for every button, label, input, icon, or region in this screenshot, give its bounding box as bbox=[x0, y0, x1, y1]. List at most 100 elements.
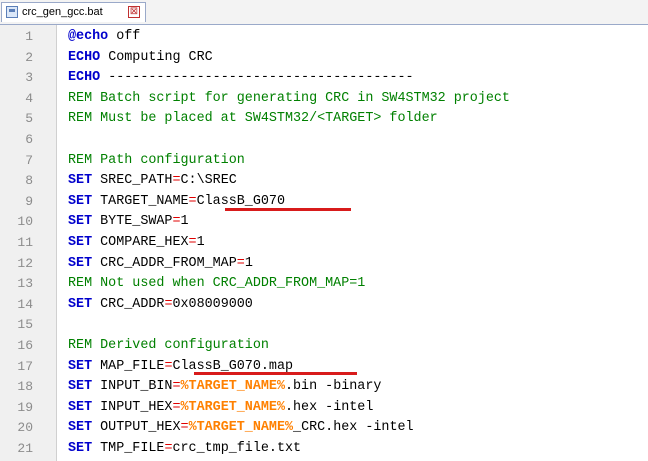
operator-token: = bbox=[172, 214, 181, 230]
code-line[interactable]: 11 SET COMPARE_HEX=1 bbox=[0, 232, 648, 253]
keyword-token: SET bbox=[68, 358, 93, 374]
code-text: REM Must be placed at SW4STM32/<TARGET> … bbox=[68, 108, 438, 129]
text-token: 1 bbox=[180, 214, 189, 230]
line-number: 21 bbox=[17, 441, 33, 456]
code-line[interactable]: 14 SET CRC_ADDR=0x08009000 bbox=[0, 294, 648, 315]
text-token: TMP_FILE bbox=[92, 441, 165, 456]
code-text: SET OUTPUT_HEX=%TARGET_NAME%_CRC.hex -in… bbox=[68, 417, 414, 438]
code-text: SET CRC_ADDR=0x08009000 bbox=[68, 294, 253, 315]
keyword-token: SET bbox=[68, 441, 93, 456]
annotation-underline bbox=[194, 372, 357, 375]
text-token: BYTE_SWAP bbox=[92, 214, 173, 230]
code-text: REM Path configuration bbox=[68, 150, 245, 171]
text-token: off bbox=[108, 29, 141, 44]
close-tab-icon[interactable]: ⊠ bbox=[128, 6, 140, 18]
code-line[interactable]: 3 ECHO ----------------------------------… bbox=[0, 67, 648, 88]
line-number: 20 bbox=[17, 420, 33, 436]
text-token: CRC_ADDR_FROM_MAP bbox=[92, 255, 237, 271]
code-line[interactable]: 6 bbox=[0, 129, 648, 150]
code-line[interactable]: 15 bbox=[0, 314, 648, 335]
keyword-token: SET bbox=[68, 235, 93, 250]
line-number: 17 bbox=[17, 358, 33, 374]
keyword-token: SET bbox=[68, 296, 93, 312]
code-line[interactable]: 13 REM Not used when CRC_ADDR_FROM_MAP=1 bbox=[0, 273, 648, 294]
code-text: ECHO Computing CRC bbox=[68, 47, 213, 68]
line-number: 13 bbox=[17, 276, 33, 292]
code-line[interactable]: 8 SET SREC_PATH=C:\SREC bbox=[0, 170, 648, 191]
code-line[interactable]: 10 SET BYTE_SWAP=1 bbox=[0, 211, 648, 232]
operator-token: = bbox=[180, 420, 189, 436]
code-line[interactable]: 16 REM Derived configuration bbox=[0, 335, 648, 356]
line-number: 6 bbox=[25, 132, 33, 147]
text-token: C:\SREC bbox=[180, 173, 237, 189]
comment-token: REM Batch script for generating CRC in S… bbox=[68, 90, 510, 106]
keyword-token: ECHO bbox=[68, 49, 101, 65]
text-token: OUTPUT_HEX bbox=[92, 420, 181, 436]
keyword-token: SET bbox=[68, 255, 93, 271]
text-token: _CRC.hex -intel bbox=[293, 420, 414, 436]
code-line[interactable]: 12 SET CRC_ADDR_FROM_MAP=1 bbox=[0, 253, 648, 274]
variable-token: %TARGET_NAME% bbox=[180, 379, 285, 395]
variable-token: %TARGET_NAME% bbox=[188, 420, 294, 436]
text-token: .hex -intel bbox=[284, 399, 374, 415]
code-line[interactable]: 20 SET OUTPUT_HEX=%TARGET_NAME%_CRC.hex -… bbox=[0, 417, 648, 438]
keyword-token: SET bbox=[68, 399, 93, 415]
text-token: 0x08009000 bbox=[172, 296, 253, 312]
line-number: 2 bbox=[25, 49, 33, 65]
code-line[interactable]: 5 REM Must be placed at SW4STM32/<TARGET>… bbox=[0, 108, 648, 129]
line-number: 11 bbox=[17, 235, 33, 250]
text-token: INPUT_HEX bbox=[92, 399, 173, 415]
code-line[interactable]: 2 ECHO Computing CRC bbox=[0, 47, 648, 68]
operator-token: = bbox=[236, 255, 245, 271]
text-token: MAP_FILE bbox=[92, 358, 165, 374]
comment-token: REM Path configuration bbox=[68, 152, 245, 168]
comment-token: REM Derived configuration bbox=[68, 338, 269, 353]
code-text: REM Derived configuration bbox=[68, 335, 269, 356]
keyword-token: ECHO bbox=[68, 70, 101, 86]
keyword-token: SET bbox=[68, 214, 93, 230]
code-line[interactable]: 7 REM Path configuration bbox=[0, 150, 648, 171]
comment-token: REM Not used when CRC_ADDR_FROM_MAP=1 bbox=[68, 276, 366, 292]
tab-bar: crc_gen_gcc.bat ⊠ bbox=[0, 0, 648, 25]
operator-token: = bbox=[172, 379, 181, 395]
code-text: SET BYTE_SWAP=1 bbox=[68, 211, 189, 232]
code-line[interactable]: 21 SET TMP_FILE=crc_tmp_file.txt bbox=[0, 438, 648, 459]
line-number: 3 bbox=[25, 70, 33, 86]
operator-token: = bbox=[188, 235, 197, 250]
operator-token: = bbox=[188, 193, 197, 209]
text-token: COMPARE_HEX bbox=[92, 235, 189, 250]
code-text: REM Not used when CRC_ADDR_FROM_MAP=1 bbox=[68, 273, 365, 294]
line-number: 14 bbox=[17, 296, 33, 312]
text-token: -------------------------------------- bbox=[100, 70, 414, 86]
line-number: 10 bbox=[17, 214, 33, 230]
keyword-token: @echo bbox=[68, 29, 109, 44]
keyword-token: SET bbox=[68, 193, 93, 209]
text-token: crc_tmp_file.txt bbox=[172, 441, 302, 456]
line-number: 8 bbox=[25, 173, 33, 189]
code-line[interactable]: 4 REM Batch script for generating CRC in … bbox=[0, 88, 648, 109]
line-number: 9 bbox=[25, 193, 33, 209]
code-text: @echo off bbox=[68, 26, 140, 47]
text-token: ClassB_G070 bbox=[196, 193, 285, 209]
line-number: 1 bbox=[25, 29, 33, 44]
code-text: SET SREC_PATH=C:\SREC bbox=[68, 170, 237, 191]
operator-token: = bbox=[172, 173, 181, 189]
code-line[interactable]: 1 @echo off bbox=[0, 26, 648, 47]
text-token: Computing CRC bbox=[100, 49, 213, 65]
code-text: SET CRC_ADDR_FROM_MAP=1 bbox=[68, 253, 253, 274]
annotation-underline bbox=[225, 208, 351, 211]
code-line[interactable]: 18 SET INPUT_BIN=%TARGET_NAME%.bin -binar… bbox=[0, 376, 648, 397]
code-text: SET COMPARE_HEX=1 bbox=[68, 232, 205, 253]
keyword-token: SET bbox=[68, 379, 93, 395]
tab-label: crc_gen_gcc.bat bbox=[22, 6, 103, 18]
line-number: 16 bbox=[17, 338, 33, 353]
comment-token: REM Must be placed at SW4STM32/<TARGET> … bbox=[68, 111, 438, 127]
code-text: SET INPUT_BIN=%TARGET_NAME%.bin -binary bbox=[68, 376, 381, 397]
code-line[interactable]: 19 SET INPUT_HEX=%TARGET_NAME%.hex -intel bbox=[0, 397, 648, 418]
text-token: 1 bbox=[196, 235, 205, 250]
text-token: SREC_PATH bbox=[92, 173, 173, 189]
file-tab[interactable]: crc_gen_gcc.bat ⊠ bbox=[1, 2, 146, 22]
line-number: 4 bbox=[25, 90, 33, 106]
text-token: 1 bbox=[244, 255, 253, 271]
code-editor[interactable]: 1 @echo off 2 ECHO Computing CRC 3 ECHO -----… bbox=[0, 26, 648, 461]
